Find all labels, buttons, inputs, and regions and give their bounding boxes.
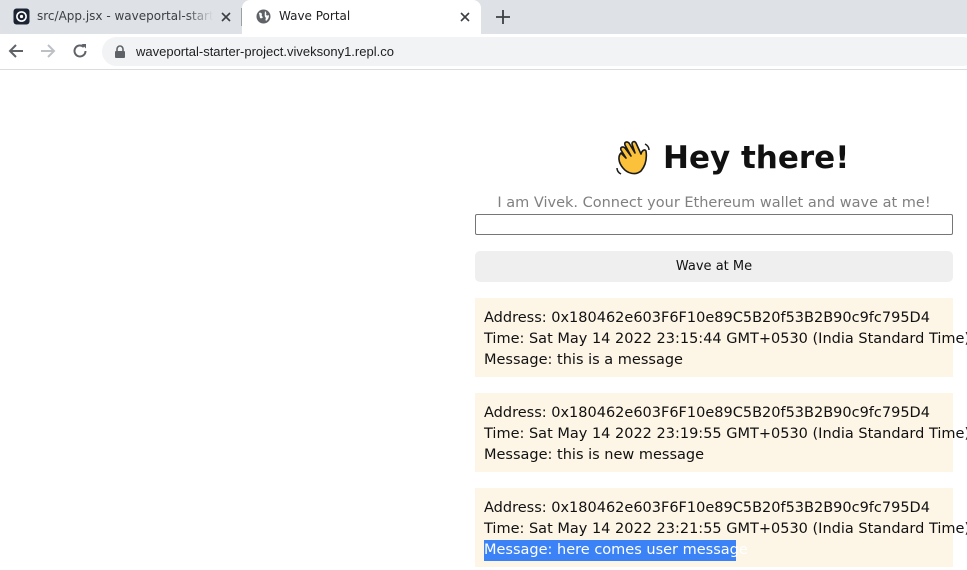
reload-button[interactable]: [70, 41, 90, 61]
tab-strip: src/App.jsx - waveportal-starter-project…: [0, 0, 967, 34]
wave-message: Message: this is new message: [484, 447, 705, 463]
address-bar[interactable]: waveportal-starter-project.viveksony1.re…: [102, 37, 967, 66]
wave-card: Address: 0x180462e603F6F10e89C5B20f53B2B…: [475, 298, 967, 377]
arrow-left-icon: [8, 44, 23, 58]
page-title: Hey there!: [663, 140, 850, 176]
replit-icon: [13, 8, 30, 25]
message-input[interactable]: [475, 214, 953, 235]
wave-card: Address: 0x180462e603F6F10e89C5B20f53B2B…: [475, 488, 967, 567]
tab-title: src/App.jsx - waveportal-starter-project: [37, 9, 213, 23]
wave-address: Address: 0x180462e603F6F10e89C5B20f53B2B…: [484, 310, 930, 326]
wave-message: Message: this is a message: [484, 352, 683, 368]
reload-icon: [73, 44, 87, 58]
arrow-right-icon: [41, 44, 56, 58]
bio-text: I am Vivek. Connect your Ethereum wallet…: [497, 195, 931, 211]
page-content: Hey there! I am Vivek. Connect your Ethe…: [0, 71, 967, 570]
new-tab-button[interactable]: [493, 7, 513, 27]
wave-time: Time: Sat May 14 2022 23:15:44 GMT+0530 …: [484, 331, 967, 347]
back-button[interactable]: [6, 41, 26, 61]
wave-address: Address: 0x180462e603F6F10e89C5B20f53B2B…: [484, 405, 930, 421]
page-header: Hey there!: [613, 137, 849, 179]
close-tab-icon[interactable]: [457, 9, 473, 25]
lock-icon: [115, 45, 125, 58]
wave-time: Time: Sat May 14 2022 23:21:55 GMT+0530 …: [484, 521, 967, 537]
tab-app-jsx[interactable]: src/App.jsx - waveportal-starter-project: [0, 0, 242, 34]
globe-icon: [256, 9, 271, 24]
waving-hand-icon: [616, 140, 650, 175]
url-text: waveportal-starter-project.viveksony1.re…: [136, 44, 394, 59]
tab-title: Wave Portal: [279, 9, 351, 23]
wave-time: Time: Sat May 14 2022 23:19:55 GMT+0530 …: [484, 426, 967, 442]
wave-card: Address: 0x180462e603F6F10e89C5B20f53B2B…: [475, 393, 967, 472]
plus-icon: [496, 10, 510, 24]
browser-toolbar: waveportal-starter-project.viveksony1.re…: [0, 34, 967, 70]
wave-message: Message: here comes user message: [484, 540, 748, 561]
wave-button[interactable]: Wave at Me: [475, 251, 953, 282]
forward-button[interactable]: [38, 41, 58, 61]
wave-message-container: Message: here comes user message: [484, 540, 953, 561]
wave-address: Address: 0x180462e603F6F10e89C5B20f53B2B…: [484, 500, 930, 516]
tab-wave-portal[interactable]: Wave Portal: [242, 0, 481, 34]
close-tab-icon[interactable]: [218, 9, 234, 25]
